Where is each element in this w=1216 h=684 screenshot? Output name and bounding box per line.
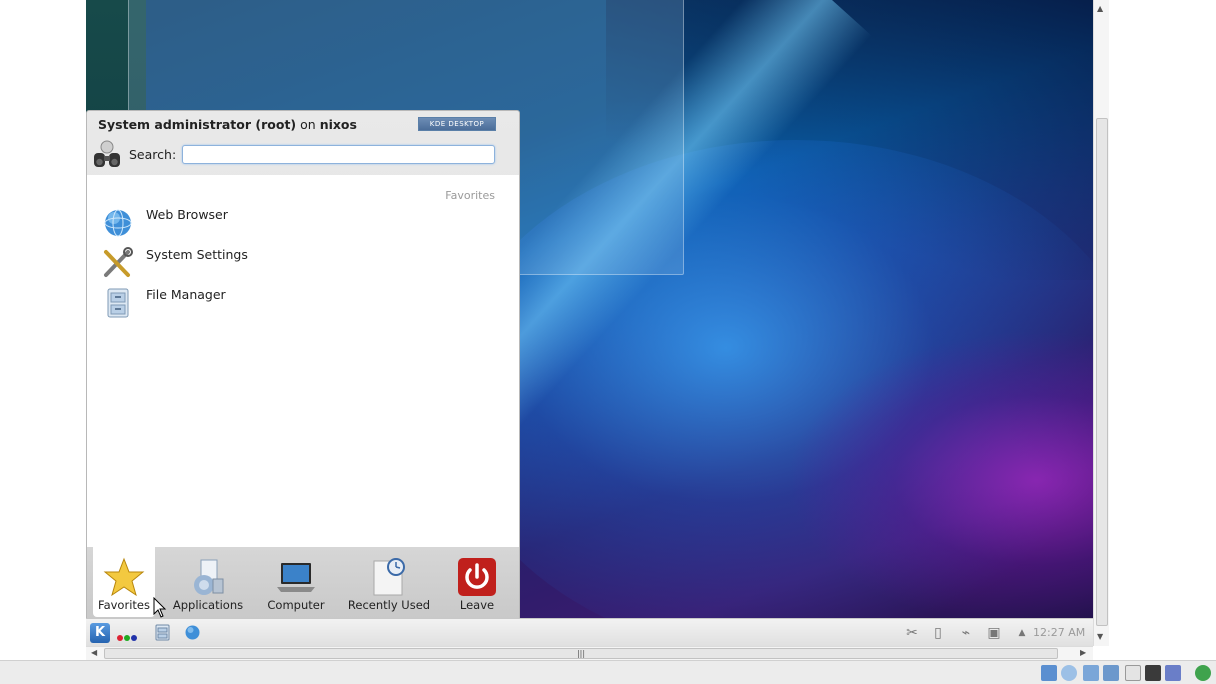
shared-folder-icon[interactable] [1125,665,1141,681]
host-left-margin [0,0,86,660]
favorite-system-settings[interactable]: System Settings [101,243,401,279]
display-icon[interactable] [1145,665,1161,681]
scroll-left-icon[interactable]: ◀ [91,648,97,657]
section-title: Favorites [445,189,495,202]
favorite-web-browser[interactable]: Web Browser [101,203,401,239]
clipboard-icon[interactable]: ▯ [929,624,947,642]
tab-leave[interactable]: Leave [449,547,505,617]
usb-icon[interactable]: ⌁ [957,624,975,642]
file-cabinet-icon [107,288,129,318]
horizontal-scrollbar[interactable]: ◀ ||| ▶ [86,646,1093,660]
applications-icon [194,559,224,595]
favorite-label: File Manager [146,287,226,302]
mouse-cursor-icon [153,597,167,618]
globe-icon [104,209,132,237]
vertical-scroll-thumb[interactable] [1096,118,1108,626]
menu-user-header: System administrator (root) on nixos [98,117,357,132]
network-icon[interactable]: ▣ [985,624,1003,642]
tab-label: Computer [267,598,325,612]
clock-document-icon [373,558,405,596]
kickoff-menu: System administrator (root) on nixos KDE… [86,110,520,619]
favorite-file-manager[interactable]: File Manager [101,283,401,319]
recording-icon[interactable] [1165,665,1181,681]
vm-status-bar [0,660,1216,684]
laptop-icon [277,563,315,592]
tab-applications[interactable]: Applications [167,547,249,617]
expand-tray-icon[interactable]: ▲ [1013,624,1031,642]
scroll-up-icon[interactable]: ▲ [1097,4,1103,13]
network-adapter-icon[interactable] [1103,665,1119,681]
file-manager-launcher-icon[interactable] [154,624,171,641]
tab-label: Applications [172,598,244,612]
scroll-right-icon[interactable]: ▶ [1080,648,1086,657]
search-label: Search: [129,147,177,162]
tab-computer[interactable]: Computer [261,547,331,617]
search-input[interactable] [182,145,495,164]
tab-favorites[interactable]: Favorites [93,547,155,617]
power-icon [458,558,496,596]
star-icon [103,557,145,597]
binoculars-user-icon [94,140,120,167]
favorite-label: System Settings [146,247,248,262]
kickoff-tab-bar: Favorites Applications Computer Recently… [87,547,519,619]
kde-desktop-badge: KDE DESKTOP [418,117,496,131]
favorite-label: Web Browser [146,207,228,222]
vertical-scrollbar[interactable]: ▲ ▼ [1093,0,1109,646]
host-right-margin [1093,0,1216,660]
tab-label: Leave [459,598,495,612]
optical-drive-icon[interactable] [1061,665,1077,681]
tools-icon [104,247,133,277]
taskbar-panel: K ✂ ▯ ⌁ ▣ ▲ 12:27 AM [86,618,1093,646]
hard-disk-icon[interactable] [1041,665,1057,681]
usb-device-icon[interactable] [1083,665,1099,681]
activity-switcher-icon[interactable] [117,630,138,644]
web-browser-launcher-icon[interactable] [184,624,201,641]
tab-label: Recently Used [347,598,431,612]
kde-launcher-icon[interactable]: K [90,623,110,643]
favorites-panel: Favorites Web Browser System Settings Fi… [87,175,519,547]
host-key-icon[interactable] [1195,665,1211,681]
scissors-icon[interactable]: ✂ [903,624,921,642]
panel-clock[interactable]: 12:27 AM [1033,626,1085,639]
horizontal-scroll-thumb[interactable]: ||| [104,648,1058,659]
tab-recently-used[interactable]: Recently Used [343,547,435,617]
tab-label: Favorites [98,598,150,612]
scroll-down-icon[interactable]: ▼ [1097,632,1103,641]
